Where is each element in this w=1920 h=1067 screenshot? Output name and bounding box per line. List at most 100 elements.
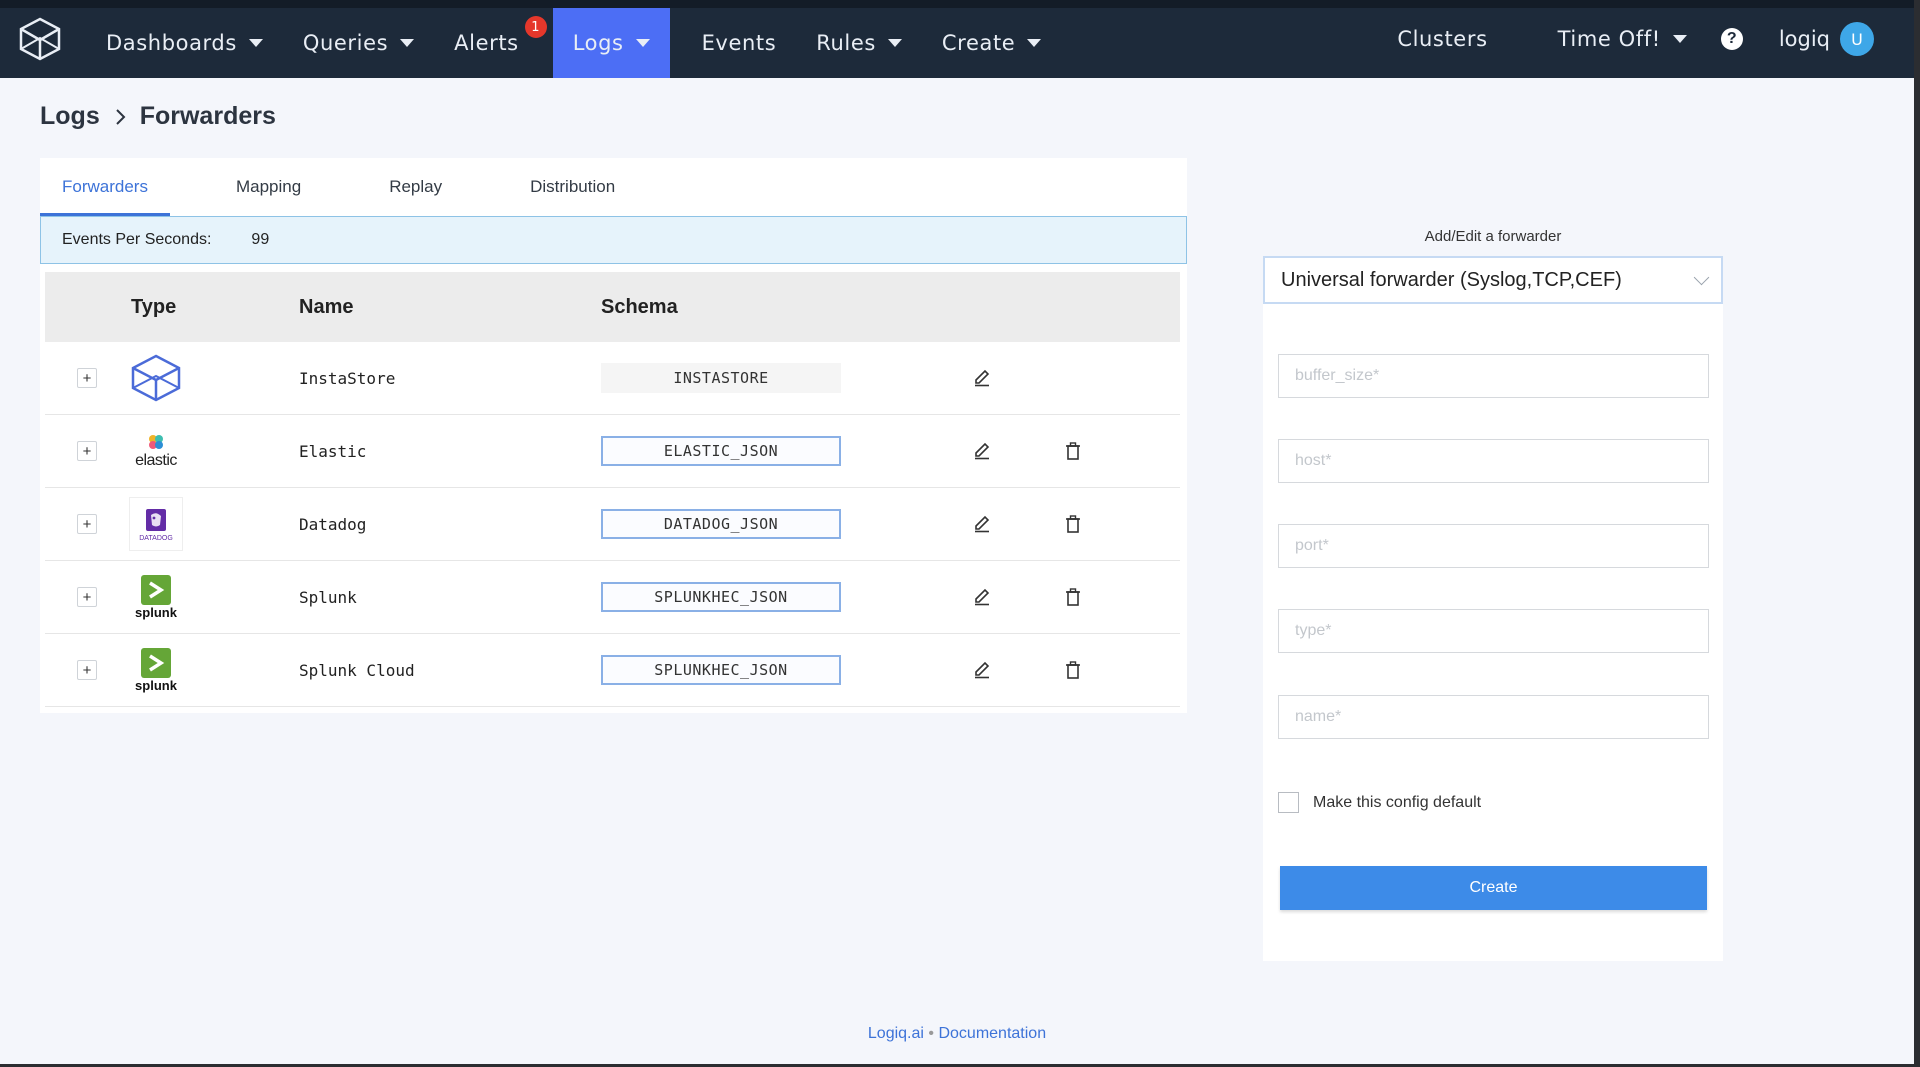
expand-row-button[interactable]: + — [77, 514, 97, 534]
forwarder-name: Splunk Cloud — [299, 660, 415, 680]
column-header-type: Type — [131, 295, 177, 318]
type-input[interactable] — [1278, 609, 1709, 653]
caret-down-icon — [635, 39, 650, 47]
column-header-name: Name — [299, 295, 354, 318]
trash-icon[interactable] — [1065, 442, 1081, 460]
tab-forwarders[interactable]: Forwarders — [40, 158, 170, 216]
breadcrumb: Logs Forwarders — [40, 102, 276, 131]
tab-distribution[interactable]: Distribution — [508, 158, 637, 216]
caret-down-icon — [248, 39, 263, 47]
elastic-logo-icon: elastic — [129, 424, 183, 478]
nav-create-label: Create — [941, 31, 1016, 55]
name-input[interactable] — [1278, 695, 1709, 739]
tab-mapping[interactable]: Mapping — [214, 158, 323, 216]
nav-events[interactable]: Events — [682, 8, 797, 78]
column-header-schema: Schema — [601, 295, 678, 318]
forwarder-name: Splunk — [299, 587, 357, 607]
splunk-logo-text: splunk — [135, 604, 177, 620]
datadog-logo-icon: DATADOG — [129, 497, 183, 551]
nav-dashboards[interactable]: Dashboards — [86, 8, 283, 78]
eps-label: Events Per Seconds: — [62, 231, 212, 248]
schema-badge: ELASTIC_JSON — [601, 436, 841, 466]
footer-brand-link[interactable]: Logiq.ai — [868, 1025, 924, 1042]
caret-down-icon — [887, 39, 902, 47]
trash-icon[interactable] — [1065, 588, 1081, 606]
nav-rules-label: Rules — [816, 31, 876, 55]
port-input[interactable] — [1278, 524, 1709, 568]
top-navbar: Dashboards Queries Alerts 1 Logs Events … — [0, 0, 1914, 78]
expand-row-button[interactable]: + — [77, 660, 97, 680]
splunk-logo-icon: splunk — [129, 570, 183, 624]
forwarders-card: Forwarders Mapping Replay Distribution E… — [40, 158, 1187, 713]
forwarder-form-panel: Universal forwarder (Syslog,TCP,CEF) Mak… — [1263, 256, 1723, 961]
footer: Logiq.ai • Documentation — [0, 1025, 1914, 1043]
nav-clusters[interactable]: Clusters — [1377, 4, 1507, 74]
forwarder-type-value: Universal forwarder (Syslog,TCP,CEF) — [1281, 268, 1622, 291]
datadog-logo-text: DATADOG — [139, 534, 173, 542]
create-button[interactable]: Create — [1280, 866, 1707, 910]
instastore-logo-icon — [129, 351, 183, 405]
nav-queries-label: Queries — [302, 31, 389, 55]
forwarders-table: Type Name Schema + InstaStore INSTASTORE — [45, 272, 1180, 707]
user-menu[interactable]: logiq U — [1779, 22, 1874, 56]
default-config-checkbox[interactable] — [1278, 792, 1299, 813]
footer-docs-link[interactable]: Documentation — [938, 1025, 1046, 1042]
buffer-size-input[interactable] — [1278, 354, 1709, 398]
default-config-option: Make this config default — [1278, 792, 1481, 813]
splunk-logo-text: splunk — [135, 677, 177, 693]
nav-logs-label: Logs — [572, 31, 624, 55]
nav-time-off-label: Time Off! — [1557, 27, 1661, 51]
eps-value: 99 — [251, 231, 270, 248]
logiq-logo-icon[interactable] — [0, 0, 80, 78]
table-row: + elastic Elastic ELASTIC_JSON — [45, 415, 1180, 488]
alerts-count-badge: 1 — [524, 16, 547, 38]
help-icon[interactable]: ? — [1720, 28, 1743, 50]
nav-rules[interactable]: Rules — [796, 8, 922, 78]
nav-logs[interactable]: Logs — [552, 8, 670, 78]
caret-down-icon — [1672, 35, 1687, 43]
events-per-second-bar: Events Per Seconds: 99 — [40, 216, 1187, 264]
nav-alerts-label: Alerts — [454, 31, 519, 55]
nav-events-label: Events — [701, 31, 777, 55]
tab-bar: Forwarders Mapping Replay Distribution — [40, 158, 1187, 216]
window-frame-right — [1914, 0, 1920, 1067]
expand-row-button[interactable]: + — [77, 368, 97, 388]
schema-badge: INSTASTORE — [601, 363, 841, 393]
forwarder-type-select[interactable]: Universal forwarder (Syslog,TCP,CEF) — [1263, 256, 1723, 304]
schema-badge: DATADOG_JSON — [601, 509, 841, 539]
nav-queries[interactable]: Queries — [283, 8, 434, 78]
breadcrumb-logs[interactable]: Logs — [40, 102, 100, 131]
nav-clusters-label: Clusters — [1397, 27, 1488, 51]
user-name: logiq — [1778, 27, 1830, 51]
tab-replay[interactable]: Replay — [367, 158, 464, 216]
table-row: + splunk Splunk SPLUNKHEC_JSON — [45, 561, 1180, 634]
edit-icon[interactable] — [973, 661, 991, 679]
schema-badge: SPLUNKHEC_JSON — [601, 655, 841, 685]
trash-icon[interactable] — [1065, 515, 1081, 533]
expand-row-button[interactable]: + — [77, 441, 97, 461]
table-row: + DATADOG Datadog DATADOG_JSON — [45, 488, 1180, 561]
edit-icon[interactable] — [973, 442, 991, 460]
nav-alerts[interactable]: Alerts 1 — [434, 8, 553, 78]
nav-dashboards-label: Dashboards — [106, 31, 237, 55]
trash-icon[interactable] — [1065, 661, 1081, 679]
elastic-logo-text: elastic — [135, 452, 177, 469]
caret-down-icon — [400, 39, 415, 47]
table-row: + InstaStore INSTASTORE — [45, 342, 1180, 415]
avatar: U — [1840, 22, 1874, 56]
footer-separator: • — [928, 1025, 935, 1042]
chevron-down-icon — [1693, 269, 1710, 285]
forwarder-name: Elastic — [299, 441, 367, 461]
nav-right-group: Clusters Time Off! ? logiq U — [1377, 0, 1914, 78]
edit-icon[interactable] — [973, 369, 991, 387]
expand-row-button[interactable]: + — [77, 587, 97, 607]
edit-icon[interactable] — [973, 588, 991, 606]
nav-create[interactable]: Create — [922, 8, 1061, 78]
host-input[interactable] — [1278, 439, 1709, 483]
caret-down-icon — [1027, 39, 1042, 47]
nav-time-off[interactable]: Time Off! — [1538, 4, 1707, 74]
form-title: Add/Edit a forwarder — [1424, 228, 1562, 245]
forwarder-name: Datadog — [299, 514, 367, 534]
forwarder-name: InstaStore — [299, 368, 396, 388]
edit-icon[interactable] — [973, 515, 991, 533]
